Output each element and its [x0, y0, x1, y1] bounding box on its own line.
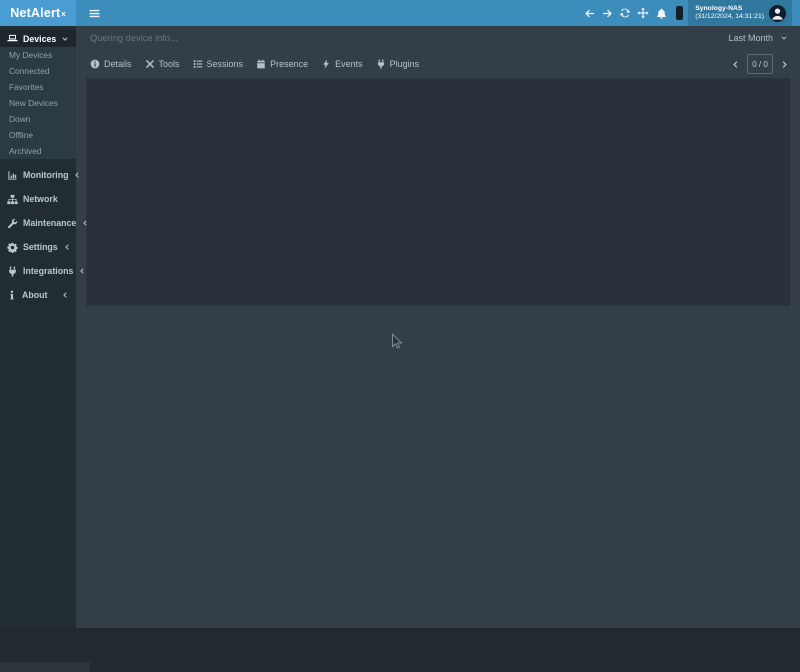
chart-icon — [7, 170, 18, 181]
sidebar-item-favorites[interactable]: Favorites — [0, 79, 76, 95]
arrow-left-icon — [584, 8, 595, 19]
sidebar-item-label: About — [22, 290, 47, 300]
bell-icon — [656, 8, 667, 19]
devices-submenu: My Devices Connected Favorites New Devic… — [0, 47, 76, 159]
user-avatar[interactable] — [769, 5, 786, 22]
pager-next-button[interactable] — [780, 60, 789, 69]
device-status-timestamp: (31/12/2024, 14:31:21) — [695, 13, 764, 22]
sidebar-item-down[interactable]: Down — [0, 111, 76, 127]
content-header: Quering device info... Last Month — [76, 26, 800, 50]
tab-tools[interactable]: Tools — [145, 59, 180, 69]
sidebar-item-label: Network — [23, 194, 58, 204]
fullscreen-button[interactable] — [634, 0, 652, 26]
list-ol-icon — [193, 59, 203, 69]
tab-sessions[interactable]: Sessions — [193, 59, 244, 69]
sidebar-item-monitoring[interactable]: Monitoring — [0, 163, 76, 187]
tab-label: Details — [104, 59, 132, 69]
sidebar-item-maintenance[interactable]: Maintenance — [0, 211, 76, 235]
sidebar-toggle-button[interactable] — [85, 4, 103, 22]
device-tabbar: Details Tools Sessions Presence Events — [76, 50, 800, 78]
calendar-icon — [256, 59, 266, 69]
bolt-icon — [321, 59, 331, 69]
navbar-right-cluster: Synology-NAS (31/12/2024, 14:31:21) — [580, 0, 800, 26]
plug-icon — [376, 59, 386, 69]
sidebar-item-offline[interactable]: Offline — [0, 127, 76, 143]
chevron-left-icon — [63, 243, 71, 251]
app-logo-text: NetAlert — [10, 6, 60, 20]
query-status-text: Quering device info... — [90, 33, 178, 43]
sidebar-item-network[interactable]: Network — [0, 187, 76, 211]
refresh-icon — [619, 7, 631, 19]
chevron-down-icon — [780, 34, 788, 42]
period-selector[interactable]: Last Month — [728, 33, 788, 43]
notifications-button[interactable] — [652, 0, 670, 26]
plug-icon — [7, 266, 18, 277]
device-status-name: Synology-NAS — [695, 5, 764, 14]
period-selector-value: Last Month — [728, 33, 773, 43]
sidebar-item-new-devices[interactable]: New Devices — [0, 95, 76, 111]
nav-forward-button[interactable] — [598, 0, 616, 26]
pager-prev-button[interactable] — [731, 60, 740, 69]
sidebar-item-about[interactable]: About — [0, 283, 76, 307]
sidebar-item-label: Monitoring — [23, 170, 68, 180]
user-avatar-icon — [769, 5, 786, 22]
wrench-icon — [7, 218, 18, 229]
tab-label: Presence — [270, 59, 308, 69]
sidebar-item-connected[interactable]: Connected — [0, 63, 76, 79]
chevron-left-icon — [731, 60, 740, 69]
tab-plugins[interactable]: Plugins — [376, 59, 420, 69]
nav-back-button[interactable] — [580, 0, 598, 26]
app-logo-suffix: x — [61, 9, 65, 18]
chevron-left-icon — [73, 171, 81, 179]
sidebar-item-devices[interactable]: Devices — [0, 30, 76, 47]
chevron-right-icon — [780, 60, 789, 69]
mobile-icon — [676, 6, 683, 20]
chevron-down-icon — [61, 35, 69, 43]
chevron-left-icon — [61, 291, 69, 299]
top-navbar: NetAlertx — [0, 0, 800, 26]
sidebar-item-my-devices[interactable]: My Devices — [0, 47, 76, 63]
bottom-left-sliver — [0, 662, 90, 672]
tab-events[interactable]: Events — [321, 59, 363, 69]
page-footer — [0, 628, 800, 672]
sidebar-item-label: Maintenance — [23, 218, 76, 228]
chevron-left-icon — [78, 267, 86, 275]
navbar-main: Synology-NAS (31/12/2024, 14:31:21) — [76, 0, 800, 26]
tools-icon — [145, 59, 155, 69]
bars-icon — [88, 7, 101, 20]
sidebar: Devices My Devices Connected Favorites N… — [0, 26, 76, 628]
sidebar-item-integrations[interactable]: Integrations — [0, 259, 76, 283]
arrow-right-icon — [602, 8, 613, 19]
refresh-button[interactable] — [616, 0, 634, 26]
tab-details[interactable]: Details — [90, 59, 132, 69]
tab-label: Plugins — [390, 59, 420, 69]
tab-content-panel — [86, 78, 790, 306]
device-pager: 0 / 0 — [731, 54, 789, 74]
device-status-box[interactable]: Synology-NAS (31/12/2024, 14:31:21) — [688, 0, 792, 26]
tab-label: Tools — [159, 59, 180, 69]
tab-label: Sessions — [207, 59, 244, 69]
chevron-left-icon — [81, 219, 89, 227]
sidebar-item-label: Settings — [23, 242, 58, 252]
device-status: Synology-NAS (31/12/2024, 14:31:21) — [695, 5, 764, 22]
sidebar-item-label: Devices — [23, 34, 56, 44]
sidebar-sections: Monitoring Network Maintenance Settin — [0, 163, 76, 307]
sidebar-item-settings[interactable]: Settings — [0, 235, 76, 259]
sidebar-item-archived[interactable]: Archived — [0, 143, 76, 159]
gear-icon — [7, 242, 18, 253]
info-icon — [7, 290, 17, 300]
pager-count: 0 / 0 — [747, 54, 773, 74]
info-circle-icon — [90, 59, 100, 69]
sitemap-icon — [7, 194, 18, 205]
laptop-icon — [7, 33, 18, 44]
navbar-spacer — [792, 0, 800, 26]
content-area: Quering device info... Last Month Detail… — [76, 26, 800, 628]
sidebar-item-label: Integrations — [23, 266, 73, 276]
tab-label: Events — [335, 59, 363, 69]
tab-presence[interactable]: Presence — [256, 59, 308, 69]
fullscreen-icon — [637, 7, 649, 19]
app-logo[interactable]: NetAlertx — [0, 0, 76, 26]
